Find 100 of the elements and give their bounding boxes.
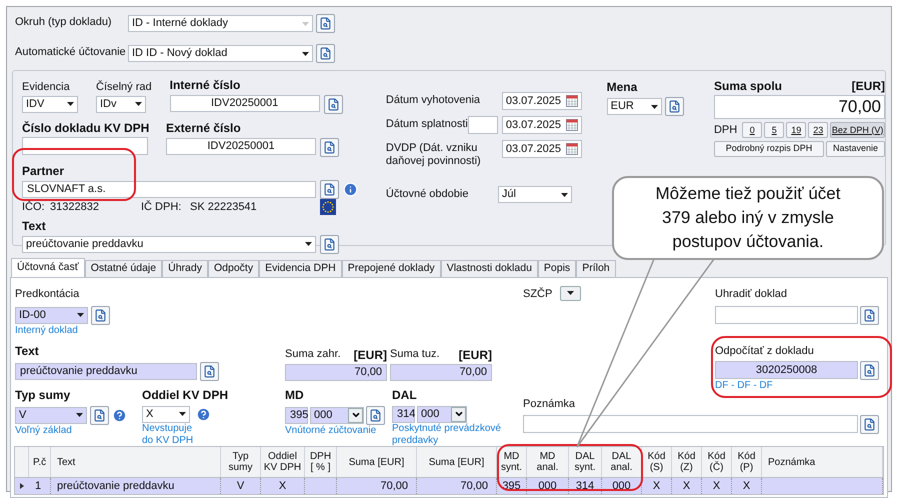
lookup-button[interactable] bbox=[316, 44, 335, 63]
date-field[interactable]: 03.07.2025 bbox=[502, 140, 582, 158]
caret-icon bbox=[67, 102, 74, 106]
field-label: Poznámka bbox=[523, 397, 575, 412]
date-field[interactable]: 03.07.2025 bbox=[502, 116, 582, 134]
column-header: DAL synt. bbox=[569, 447, 602, 477]
vat-rate-button[interactable]: 0 bbox=[742, 122, 762, 138]
date-field[interactable]: 03.07.2025 bbox=[502, 92, 582, 110]
vat-rate-button[interactable]: Bez DPH (V) bbox=[830, 122, 885, 138]
document-search-icon bbox=[203, 364, 216, 378]
link[interactable]: Nevstupuje do KV DPH bbox=[142, 422, 194, 446]
lookup-button[interactable] bbox=[320, 180, 339, 199]
dropdown-field[interactable]: ID ID - Nový doklad bbox=[128, 45, 313, 62]
total-field[interactable]: 70,00 bbox=[714, 95, 885, 119]
document-search-icon bbox=[93, 408, 106, 422]
tab[interactable]: Príloh bbox=[576, 260, 616, 277]
text-field[interactable] bbox=[22, 137, 148, 155]
text-field[interactable] bbox=[523, 414, 858, 432]
link[interactable]: Interný doklad bbox=[15, 324, 78, 336]
table-cell-text: 314 bbox=[576, 478, 594, 494]
document-search-icon bbox=[323, 183, 336, 196]
tab[interactable]: Evidencia DPH bbox=[259, 260, 342, 277]
field-label: Účtovné obdobie bbox=[386, 186, 470, 202]
column-header: DAL anal. bbox=[602, 447, 642, 477]
info-icon[interactable] bbox=[343, 182, 358, 197]
calendar-icon bbox=[566, 95, 578, 107]
help-icon[interactable] bbox=[196, 406, 211, 422]
lookup-button[interactable] bbox=[90, 406, 109, 424]
lookup-button[interactable] bbox=[664, 97, 684, 116]
text-field[interactable]: preúčtovanie preddavku bbox=[15, 362, 197, 380]
dropdown-field[interactable]: 000 bbox=[310, 406, 364, 424]
lookup-button[interactable] bbox=[324, 95, 343, 114]
tab[interactable]: Popis bbox=[538, 260, 576, 277]
lookup-button[interactable] bbox=[860, 414, 879, 434]
lookup-button[interactable] bbox=[366, 406, 385, 424]
text-field[interactable]: 395 bbox=[285, 406, 308, 424]
action-button[interactable]: Nastavenie bbox=[826, 140, 885, 156]
dropdown-field[interactable]: ID-00 bbox=[15, 306, 88, 324]
dropdown-button[interactable] bbox=[451, 406, 466, 422]
dropdown-field[interactable]: preúčtovanie preddavku bbox=[22, 236, 316, 252]
caret-icon bbox=[302, 52, 309, 56]
text-field[interactable]: 70,00 bbox=[390, 364, 492, 380]
days-field[interactable] bbox=[468, 116, 498, 134]
lookup-button[interactable] bbox=[320, 138, 339, 157]
caret-icon bbox=[77, 313, 84, 317]
document-search-icon bbox=[326, 98, 340, 111]
text-field[interactable]: 70,00 bbox=[285, 364, 387, 380]
lookup-button[interactable] bbox=[860, 361, 879, 380]
field-label: Typ sumy bbox=[15, 386, 70, 404]
dropdown-field[interactable]: IDV bbox=[22, 96, 78, 112]
field-label: IČO: bbox=[22, 200, 46, 215]
caret-icon bbox=[135, 102, 142, 106]
dropdown-field[interactable]: V bbox=[15, 406, 87, 424]
tab[interactable]: Prepojené doklady bbox=[342, 260, 441, 277]
link[interactable]: DF - DF - DF bbox=[715, 380, 773, 392]
field-label: DAL bbox=[392, 386, 417, 404]
tab[interactable]: Odpočty bbox=[208, 260, 260, 277]
text-field[interactable]: 3020250008 bbox=[715, 361, 858, 379]
field-label: Interné číslo bbox=[170, 77, 240, 94]
field-label: Dátum splatnosti bbox=[386, 118, 468, 131]
link[interactable]: Poskytnuté prevádzkové preddavky bbox=[392, 422, 501, 446]
field-label: DVDP (Dát. vzniku daňovej povinnosti) bbox=[386, 142, 482, 168]
text-field[interactable]: 314 bbox=[392, 406, 415, 422]
link[interactable]: Vnútorné zúčtovanie bbox=[285, 424, 376, 436]
lookup-button[interactable] bbox=[200, 362, 219, 380]
dropdown-field[interactable]: Júl bbox=[498, 186, 572, 203]
field-label: [EUR] bbox=[354, 346, 387, 364]
lookup-button[interactable] bbox=[316, 14, 335, 33]
field-label: Číslo dokladu KV DPH bbox=[22, 120, 150, 137]
column-header: Suma [EUR] bbox=[417, 447, 497, 477]
vat-rate-button[interactable]: 5 bbox=[764, 122, 784, 138]
column-header: MD anal. bbox=[527, 447, 569, 477]
action-button[interactable]: Podrobný rozpis DPH bbox=[714, 140, 824, 156]
dropdown-field[interactable]: X bbox=[142, 406, 190, 422]
dropdown-button[interactable] bbox=[560, 286, 582, 300]
dropdown-field[interactable]: IDv bbox=[96, 96, 146, 112]
table-cell-text: 70,00 bbox=[460, 478, 488, 494]
table-cell-text: X bbox=[742, 478, 750, 494]
tab[interactable]: Vlastnosti dokladu bbox=[440, 260, 538, 277]
text-field[interactable]: IDV20250001 bbox=[170, 95, 320, 112]
calendar-icon bbox=[566, 143, 578, 155]
field-label: SZČP bbox=[523, 286, 552, 302]
tab[interactable]: Úhrady bbox=[162, 260, 208, 277]
lookup-button[interactable] bbox=[91, 306, 110, 324]
vat-rate-button[interactable]: 23 bbox=[808, 122, 828, 138]
text-field[interactable] bbox=[715, 306, 858, 324]
lookup-button[interactable] bbox=[860, 306, 879, 324]
text-field[interactable]: SLOVNAFT a.s. bbox=[22, 181, 316, 198]
dropdown-field[interactable]: 000 bbox=[417, 406, 467, 422]
text-field[interactable]: IDV20250001 bbox=[166, 138, 316, 155]
table-cell-text: X bbox=[712, 478, 720, 494]
dropdown-button[interactable] bbox=[348, 408, 363, 422]
dropdown-field[interactable]: EUR bbox=[606, 98, 662, 115]
tab[interactable]: Účtovná časť bbox=[11, 258, 85, 277]
vat-rate-button[interactable]: 19 bbox=[786, 122, 806, 138]
lookup-button[interactable] bbox=[320, 234, 339, 254]
link[interactable]: Voľný základ bbox=[15, 424, 72, 436]
tab[interactable]: Ostatné údaje bbox=[84, 260, 162, 277]
help-icon[interactable] bbox=[112, 408, 127, 422]
table-row[interactable]: 1 preúčtovanie preddavku V X 70,00 70,00 395 000 314 000 X X X X bbox=[15, 478, 883, 494]
